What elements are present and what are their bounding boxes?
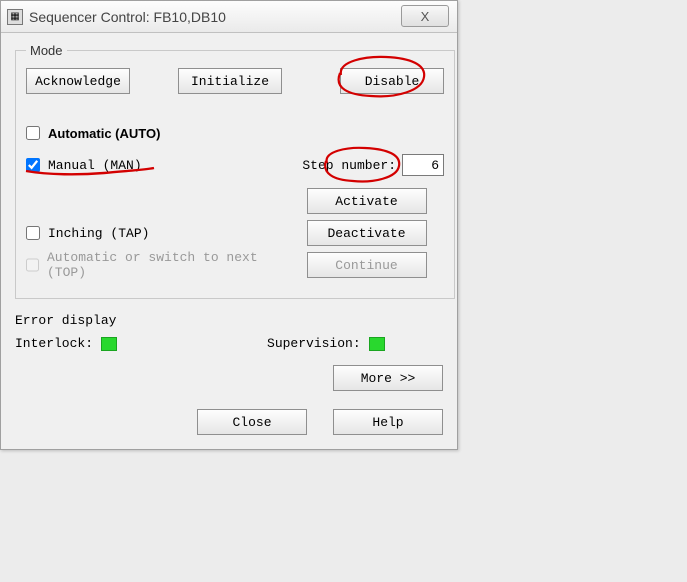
more-button[interactable]: More >> (333, 365, 443, 391)
titlebar: ▦ Sequencer Control: FB10,DB10 X (1, 1, 457, 33)
interlock-indicator (101, 337, 117, 351)
app-icon: ▦ (7, 9, 23, 25)
supervision-label: Supervision: (267, 336, 361, 351)
mode-group: Mode Acknowledge Initialize Disable Auto… (15, 43, 455, 299)
acknowledge-button[interactable]: Acknowledge (26, 68, 130, 94)
mode-legend: Mode (26, 43, 67, 58)
more-row: More >> (15, 365, 443, 391)
auto-switch-label: Automatic or switch to next (TOP) (47, 250, 276, 280)
mode-right-column: Step number: Activate Deactivate Continu… (289, 154, 444, 284)
mode-top-buttons: Acknowledge Initialize Disable (26, 68, 444, 94)
window-close-button[interactable]: X (401, 5, 449, 27)
indicator-row: Interlock: Supervision: (15, 336, 443, 351)
dialog-content: Mode Acknowledge Initialize Disable Auto… (1, 33, 457, 449)
initialize-button[interactable]: Initialize (178, 68, 282, 94)
error-display-title: Error display (15, 313, 443, 328)
mode-left-column: Automatic (AUTO) Manual (MAN) Inching (T… (26, 122, 276, 286)
automatic-checkbox[interactable] (26, 126, 40, 140)
continue-button: Continue (307, 252, 427, 278)
step-number-row: Step number: (289, 154, 444, 176)
inching-label: Inching (TAP) (48, 226, 149, 241)
manual-label: Manual (MAN) (48, 158, 142, 173)
supervision-pair: Supervision: (267, 336, 385, 351)
step-number-input[interactable] (402, 154, 444, 176)
step-number-label: Step number: (302, 158, 396, 173)
automatic-row[interactable]: Automatic (AUTO) (26, 122, 276, 144)
bottom-buttons: Close Help (15, 409, 443, 435)
dialog-window: ▦ Sequencer Control: FB10,DB10 X Mode Ac… (0, 0, 458, 450)
deactivate-button[interactable]: Deactivate (307, 220, 427, 246)
inching-row[interactable]: Inching (TAP) (26, 222, 276, 244)
supervision-indicator (369, 337, 385, 351)
help-button[interactable]: Help (333, 409, 443, 435)
automatic-label: Automatic (AUTO) (48, 126, 160, 141)
auto-switch-row: Automatic or switch to next (TOP) (26, 254, 276, 276)
interlock-label: Interlock: (15, 336, 93, 351)
activate-button[interactable]: Activate (307, 188, 427, 214)
manual-row[interactable]: Manual (MAN) (26, 154, 276, 176)
manual-checkbox[interactable] (26, 158, 40, 172)
inching-checkbox[interactable] (26, 226, 40, 240)
disable-button[interactable]: Disable (340, 68, 444, 94)
close-icon: X (421, 9, 430, 24)
window-title: Sequencer Control: FB10,DB10 (29, 9, 226, 25)
interlock-pair: Interlock: (15, 336, 117, 351)
close-button[interactable]: Close (197, 409, 307, 435)
error-display-section: Error display Interlock: Supervision: (15, 313, 443, 351)
auto-switch-checkbox (26, 258, 39, 272)
